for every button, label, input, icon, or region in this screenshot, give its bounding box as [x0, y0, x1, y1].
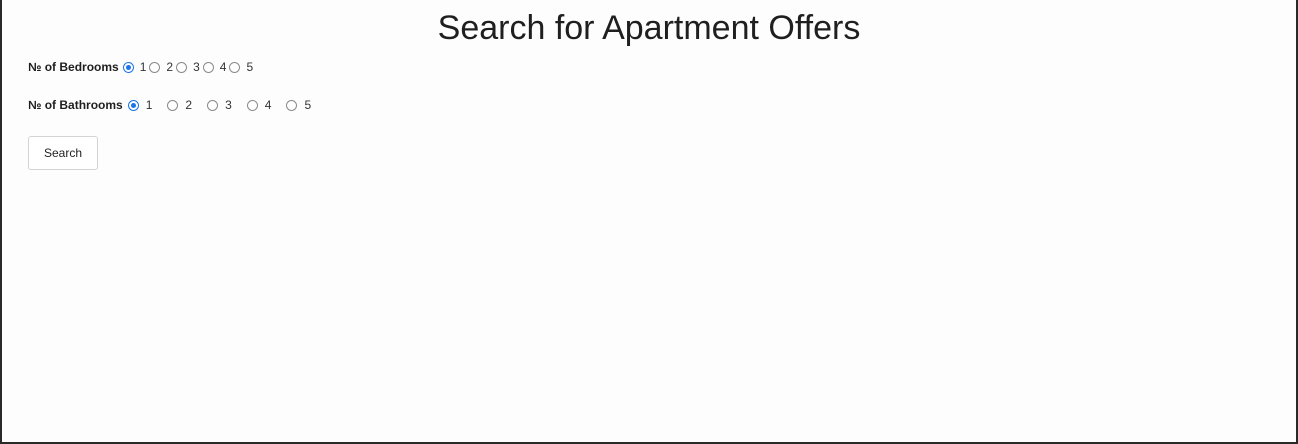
search-button[interactable]: Search	[28, 136, 98, 170]
bedrooms-option-label: 5	[246, 60, 254, 74]
bathrooms-option-label: 5	[304, 98, 312, 112]
app-window: Search for Apartment Offers № of Bedroom…	[0, 0, 1298, 444]
bedrooms-option-label: 2	[166, 60, 174, 74]
bathrooms-radio-3[interactable]	[207, 99, 219, 111]
bathrooms-option-label: 4	[264, 98, 272, 112]
bedrooms-option-3[interactable]: 3	[174, 60, 201, 74]
bedrooms-option-4[interactable]: 4	[201, 60, 228, 74]
bedrooms-label: № of Bedrooms	[28, 60, 119, 74]
bedrooms-option-5[interactable]: 5	[227, 60, 254, 74]
bathrooms-label: № of Bathrooms	[28, 98, 123, 112]
bedrooms-radio-2[interactable]	[149, 61, 161, 73]
bathrooms-radio-5[interactable]	[286, 99, 298, 111]
bedrooms-option-2[interactable]: 2	[147, 60, 174, 74]
bathrooms-field: № of Bathrooms 1 2 3 4 5	[28, 98, 323, 112]
bedrooms-radio-5[interactable]	[229, 61, 241, 73]
bathrooms-option-label: 1	[145, 98, 153, 112]
page-title: Search for Apartment Offers	[437, 9, 861, 47]
bathrooms-option-label: 3	[225, 98, 232, 112]
bathrooms-option-label: 2	[185, 98, 193, 112]
bedrooms-option-label: 1	[139, 60, 147, 74]
bathrooms-option-3[interactable]: 3	[204, 98, 244, 112]
bathrooms-option-1[interactable]: 1	[125, 98, 165, 112]
bathrooms-radio-4[interactable]	[246, 99, 258, 111]
bathrooms-option-5[interactable]: 5	[283, 98, 323, 112]
bedrooms-radio-3[interactable]	[176, 61, 188, 73]
bedrooms-option-label: 4	[219, 60, 227, 74]
bathrooms-radio-1[interactable]	[127, 99, 139, 111]
bathrooms-radio-2[interactable]	[167, 99, 179, 111]
bedrooms-radio-4[interactable]	[202, 61, 214, 73]
bathrooms-option-2[interactable]: 2	[164, 98, 204, 112]
bedrooms-option-label: 3	[193, 60, 200, 74]
bathrooms-option-4[interactable]: 4	[244, 98, 284, 112]
bedrooms-field: № of Bedrooms 1 2 3 4 5	[28, 60, 254, 74]
bedrooms-radio-1[interactable]	[122, 61, 134, 73]
bedrooms-option-1[interactable]: 1	[121, 60, 148, 74]
